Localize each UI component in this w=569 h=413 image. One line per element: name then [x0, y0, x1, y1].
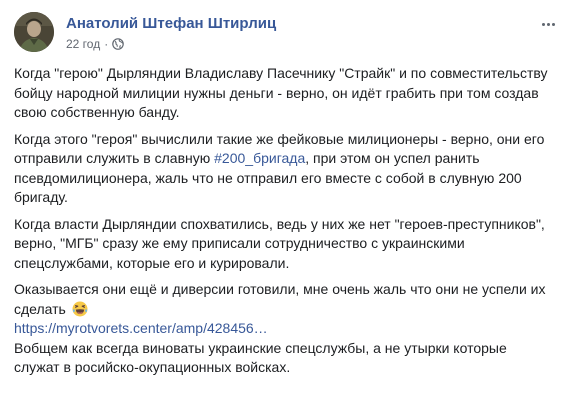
link-line: https://myrotvorets.center/amp/428456… [14, 319, 554, 339]
hashtag-link[interactable]: #200_бригада [214, 150, 305, 166]
globe-icon[interactable] [112, 38, 125, 50]
post-header: Анатолий Штефан Штирлиц 22 год · [14, 12, 559, 56]
meta-separator: · [104, 37, 109, 51]
paragraph-4-text: Оказывается они ещё и диверсии готовили,… [14, 281, 546, 317]
post-meta: 22 год · [66, 37, 125, 51]
avatar-image [14, 12, 54, 52]
author-avatar[interactable] [14, 12, 54, 52]
paragraph-1: Когда "герою" Дырляндии Владиславу Пасеч… [14, 65, 548, 120]
paragraph-5: Вобщем как всегда виноваты украинские сп… [14, 339, 507, 376]
more-options-icon[interactable] [537, 16, 559, 32]
facebook-post: Анатолий Штефан Штирлиц 22 год · Когда "… [0, 0, 569, 413]
paragraph-2: Когда этого "героя" вычислили такие же ф… [14, 130, 554, 208]
paragraph-3: Когда власти Дырляндии спохватились, вед… [14, 215, 545, 271]
post-timestamp[interactable]: 22 год [66, 37, 100, 51]
author-name[interactable]: Анатолий Штефан Штирлиц [66, 15, 276, 32]
external-link[interactable]: https://myrotvorets.center/amp/428456… [14, 320, 268, 336]
laughing-emoji-icon [72, 301, 88, 317]
paragraph-4: Оказывается они ещё и диверсии готовили,… [14, 280, 554, 319]
post-text: Когда "герою" Дырляндии Владиславу Пасеч… [14, 64, 554, 385]
